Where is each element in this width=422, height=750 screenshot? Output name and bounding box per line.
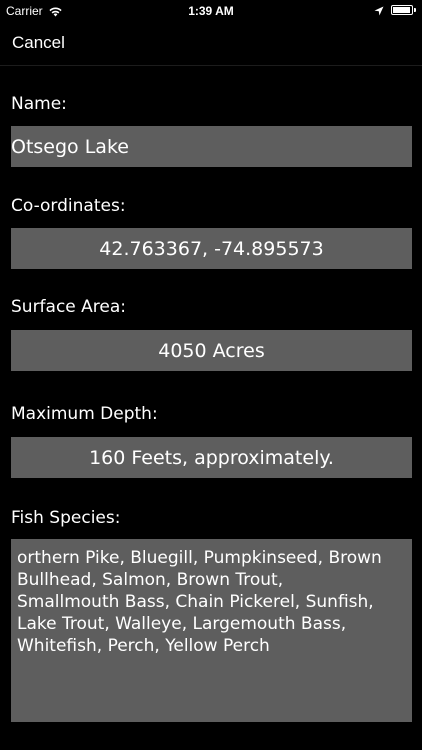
- maximum-depth-value: 160 Feets, approximately.: [89, 446, 334, 469]
- battery-fill: [393, 7, 411, 13]
- surface-area-value: 4050 Acres: [158, 339, 265, 362]
- status-bar: Carrier 1:39 AM: [0, 0, 422, 22]
- coordinates-label: Co-ordinates:: [11, 196, 126, 216]
- fish-species-label: Fish Species:: [11, 508, 121, 528]
- maximum-depth-field[interactable]: 160 Feets, approximately.: [11, 437, 412, 478]
- coordinates-field[interactable]: 42.763367, -74.895573: [11, 228, 412, 269]
- name-label: Name:: [11, 94, 67, 114]
- name-field[interactable]: Otsego Lake: [11, 126, 412, 167]
- maximum-depth-label: Maximum Depth:: [11, 404, 158, 424]
- cancel-button[interactable]: Cancel: [12, 33, 65, 53]
- coordinates-value: 42.763367, -74.895573: [99, 237, 324, 260]
- location-arrow-icon: [374, 5, 384, 16]
- battery-tip: [414, 8, 416, 12]
- surface-area-label: Surface Area:: [11, 297, 127, 317]
- name-value: Otsego Lake: [11, 135, 129, 158]
- fish-species-textarea[interactable]: orthern Pike, Bluegill, Pumpkinseed, Bro…: [11, 539, 412, 722]
- status-right: [374, 5, 416, 16]
- status-time: 1:39 AM: [188, 4, 234, 18]
- navigation-bar: Cancel: [0, 22, 422, 66]
- battery-icon: [391, 5, 413, 15]
- surface-area-field[interactable]: 4050 Acres: [11, 330, 412, 371]
